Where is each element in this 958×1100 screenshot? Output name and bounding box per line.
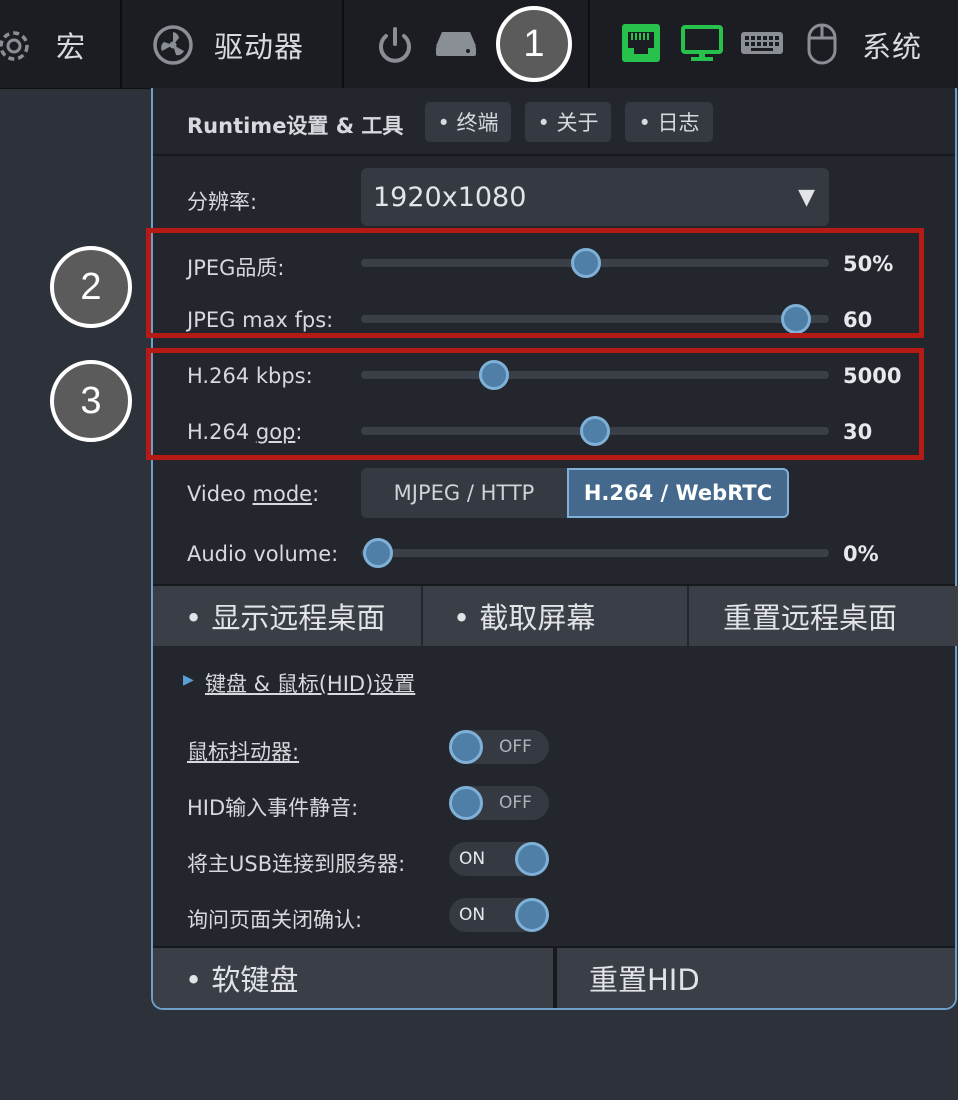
monitor-icon[interactable] (680, 24, 724, 64)
annotation-badge-1-text: 1 (523, 22, 545, 65)
toggle-knob (449, 730, 483, 764)
soft-keyboard-button[interactable]: • 软键盘 (153, 948, 553, 1008)
usb-connect-toggle[interactable]: ON (449, 842, 549, 876)
annotation-badge-3: 3 (50, 360, 132, 442)
toggle-state: ON (459, 905, 486, 925)
reset-remote-desktop-button[interactable]: 重置远程桌面 (689, 586, 958, 646)
about-button[interactable]: • 关于 (525, 102, 611, 142)
video-mode-label-post: : (312, 482, 320, 506)
show-remote-desktop-button[interactable]: • 显示远程桌面 (153, 586, 421, 646)
divider (553, 948, 557, 1008)
audio-volume-slider-handle[interactable] (363, 538, 393, 568)
ethernet-icon[interactable] (620, 22, 662, 64)
menu-system[interactable]: 系统 (862, 24, 922, 66)
audio-volume-value: 0% (843, 542, 879, 566)
annotation-badge-1: 1 (496, 6, 572, 82)
chevron-down-icon: ▼ (798, 184, 815, 210)
mouse-icon[interactable] (806, 22, 838, 66)
screenshot-button[interactable]: • 截取屏幕 (423, 586, 687, 646)
video-mode-mjpeg-button[interactable]: MJPEG / HTTP (361, 468, 567, 518)
hid-mute-label: HID输入事件静音: (187, 796, 359, 820)
audio-volume-track[interactable] (361, 549, 829, 557)
jpeg-settings-highlight (146, 228, 924, 338)
usb-connect-label: 将主USB连接到服务器: (187, 852, 406, 876)
keyboard-icon[interactable] (740, 30, 784, 58)
menu-drives[interactable]: 驱动器 (122, 0, 342, 88)
reset-hid-button[interactable]: 重置HID (557, 948, 955, 1008)
mouse-jiggler-label: 鼠标抖动器: (187, 736, 299, 766)
menu-macro[interactable]: 宏 (0, 0, 120, 88)
hid-settings-link-text: 键盘 & 鼠标(HID)设置 (205, 672, 416, 696)
power-icon[interactable] (374, 24, 416, 66)
toggle-state: OFF (499, 793, 532, 813)
log-button[interactable]: • 日志 (625, 102, 713, 142)
annotation-badge-2-text: 2 (80, 265, 102, 308)
menu-drives-label: 驱动器 (214, 30, 305, 64)
divider (153, 154, 955, 156)
menubar-divider (588, 0, 590, 88)
toggle-knob (515, 898, 549, 932)
toggle-knob (449, 786, 483, 820)
toggle-state: OFF (499, 737, 532, 757)
video-mode-label-pre: Video (187, 482, 253, 506)
drive-icon[interactable] (434, 28, 478, 60)
expand-arrow-icon: ▶ (183, 672, 194, 688)
mouse-jiggler-label-text: 鼠标抖动器: (187, 740, 300, 764)
annotation-badge-3-text: 3 (80, 379, 102, 422)
h264-settings-highlight (146, 348, 924, 460)
menu-macro-label: 宏 (56, 30, 87, 64)
video-mode-label: Video mode: (187, 482, 319, 506)
page-close-confirm-label: 询问页面关闭确认: (187, 908, 363, 932)
menubar-divider (342, 0, 344, 88)
hid-settings-link[interactable]: 键盘 & 鼠标(HID)设置 (205, 668, 415, 698)
video-mode-h264-button[interactable]: H.264 / WebRTC (567, 468, 789, 518)
video-mode-label-underlined: mode (252, 482, 313, 506)
fan-icon (152, 24, 194, 66)
panel-title: Runtime设置 & 工具 (187, 114, 404, 138)
page-close-confirm-toggle[interactable]: ON (449, 898, 549, 932)
gear-icon (0, 26, 34, 66)
system-settings-panel: Runtime设置 & 工具 • 终端 • 关于 • 日志 分辨率: 1920x… (151, 88, 958, 1010)
toggle-state: ON (459, 849, 486, 869)
toggle-knob (515, 842, 549, 876)
resolution-label: 分辨率: (187, 190, 258, 214)
annotation-badge-2: 2 (50, 246, 132, 328)
terminal-button[interactable]: • 终端 (425, 102, 511, 142)
hid-mute-toggle[interactable]: OFF (449, 786, 549, 820)
resolution-value: 1920x1080 (373, 181, 527, 213)
top-menubar: 宏 驱动器 1 系统 (0, 0, 958, 89)
resolution-select[interactable]: 1920x1080 ▼ (361, 168, 829, 226)
audio-volume-label: Audio volume: (187, 542, 339, 566)
mouse-jiggler-toggle[interactable]: OFF (449, 730, 549, 764)
